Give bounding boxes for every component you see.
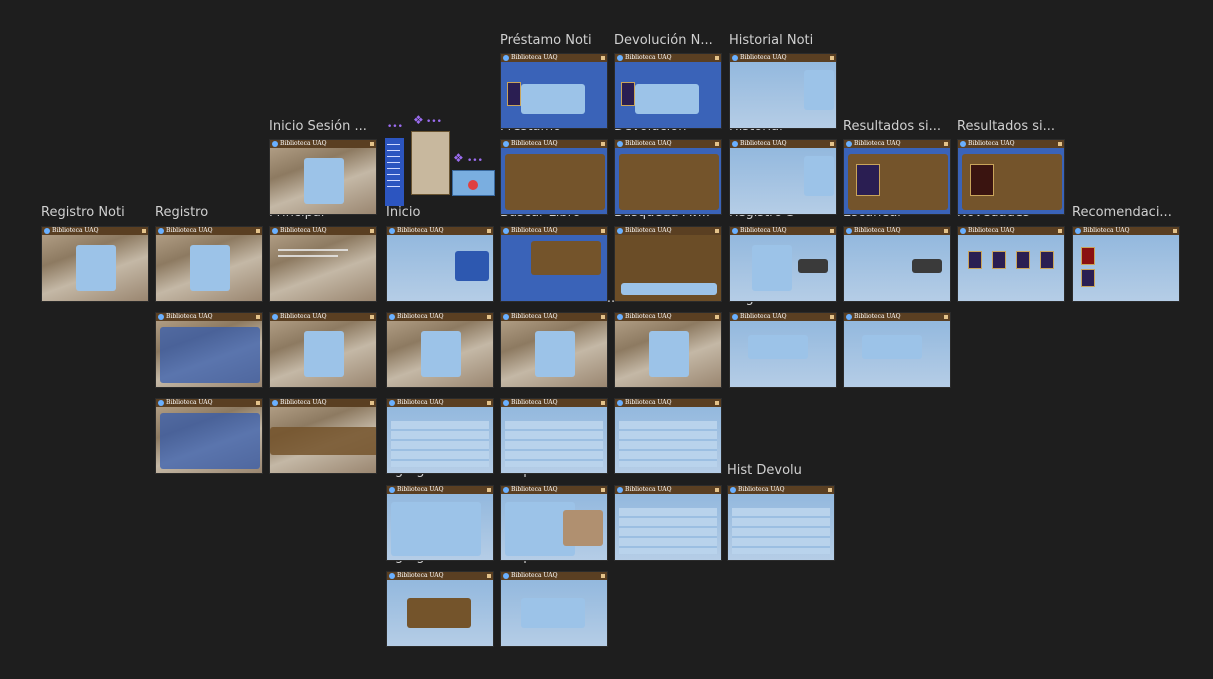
- frame-prestamo-noti[interactable]: Biblioteca UAQ: [500, 53, 608, 129]
- frame-gestion-libros[interactable]: Biblioteca UAQ: [386, 398, 494, 474]
- frame-principal[interactable]: Biblioteca UAQ: [269, 226, 377, 302]
- frame-historial[interactable]: Biblioteca UAQ: [729, 139, 837, 215]
- frame-gestion-usua[interactable]: Biblioteca UAQ: [500, 398, 608, 474]
- component-icon[interactable]: ❖: [413, 113, 424, 127]
- frame-busqueda-av[interactable]: Biblioteca UAQ: [614, 226, 722, 302]
- frame-label-hist-devolu[interactable]: Hist Devolu: [727, 463, 802, 479]
- frame-prestamo[interactable]: Biblioteca UAQ: [500, 139, 608, 215]
- frame-escanear[interactable]: Biblioteca UAQ: [843, 226, 951, 302]
- frame-contrasena-n[interactable]: Biblioteca UAQ: [614, 312, 722, 388]
- frame-registro-s[interactable]: Biblioteca UAQ: [729, 226, 837, 302]
- component-icon-2[interactable]: ❖: [453, 151, 464, 165]
- error-popup-component[interactable]: [452, 170, 495, 196]
- component-dots-3: •••: [467, 156, 483, 166]
- frame-registro-s-noti[interactable]: Biblioteca UAQ: [729, 312, 837, 388]
- frame-buscar-libro[interactable]: Biblioteca UAQ: [500, 226, 608, 302]
- frame-devolucion[interactable]: Biblioteca UAQ: [614, 139, 722, 215]
- frame-hist-presta[interactable]: Biblioteca UAQ: [614, 485, 722, 561]
- frame-suspender-u[interactable]: Biblioteca UAQ: [500, 485, 608, 561]
- component-dots-1: •••: [387, 122, 403, 132]
- frame-resultados-2[interactable]: Biblioteca UAQ: [957, 139, 1065, 215]
- frame-label-registro[interactable]: Registro: [155, 205, 208, 221]
- frame-gestion-prest[interactable]: Biblioteca UAQ: [614, 398, 722, 474]
- frame-label-recomendaciones[interactable]: Recomendaci...: [1072, 205, 1172, 221]
- frame-label-historial-noti[interactable]: Historial Noti: [729, 33, 813, 49]
- frame-cambiar-contra[interactable]: Biblioteca UAQ: [500, 312, 608, 388]
- component-dots-2: •••: [426, 117, 442, 127]
- frame-label-resultados-1[interactable]: Resultados si...: [843, 119, 941, 135]
- frame-agregar-libro[interactable]: Biblioteca UAQ: [386, 485, 494, 561]
- dropdown-menu-component[interactable]: [411, 131, 450, 195]
- frame-label-registro-noti[interactable]: Registro Noti: [41, 205, 125, 221]
- frame-label-resultados-2[interactable]: Resultados si...: [957, 119, 1055, 135]
- frame-novedades[interactable]: Biblioteca UAQ: [957, 226, 1065, 302]
- frame-recomendaciones[interactable]: Biblioteca UAQ: [1072, 226, 1180, 302]
- frame-registro-noti[interactable]: Biblioteca UAQ: [41, 226, 149, 302]
- frame-hist-devolu[interactable]: Biblioteca UAQ: [727, 485, 835, 561]
- frame-label-prestamo-noti[interactable]: Préstamo Noti: [500, 33, 592, 49]
- frame-historial-noti[interactable]: Biblioteca UAQ: [729, 53, 837, 129]
- frame-inicio[interactable]: Biblioteca UAQ: [386, 226, 494, 302]
- frame-agregar-libro-2[interactable]: Biblioteca UAQ: [386, 571, 494, 647]
- close-icon: [468, 180, 478, 190]
- frame-suspender-u-2[interactable]: Biblioteca UAQ: [500, 571, 608, 647]
- frame-devolucion-noti[interactable]: Biblioteca UAQ: [614, 53, 722, 129]
- frame-label-devolucion-noti[interactable]: Devolución N...: [614, 33, 713, 49]
- frame-perfil-noti[interactable]: Biblioteca UAQ: [155, 398, 263, 474]
- frame-label-inicio[interactable]: Inicio: [386, 205, 420, 221]
- frame-olvide-contra[interactable]: Biblioteca UAQ: [386, 312, 494, 388]
- frame-label-inicio-sesion[interactable]: Inicio Sesión ...: [269, 119, 367, 135]
- frame-inicio-sesion-2[interactable]: Biblioteca UAQ: [269, 312, 377, 388]
- frame-resultados-1[interactable]: Biblioteca UAQ: [843, 139, 951, 215]
- frame-inicio-sesion[interactable]: Biblioteca UAQ: [269, 139, 377, 215]
- frame-inicio-admin[interactable]: Biblioteca UAQ: [269, 398, 377, 474]
- frame-perfil[interactable]: Biblioteca UAQ: [155, 312, 263, 388]
- frame-registro[interactable]: Biblioteca UAQ: [155, 226, 263, 302]
- sidebar-menu-component[interactable]: [385, 138, 404, 206]
- frame-escanear-noti[interactable]: Biblioteca UAQ: [843, 312, 951, 388]
